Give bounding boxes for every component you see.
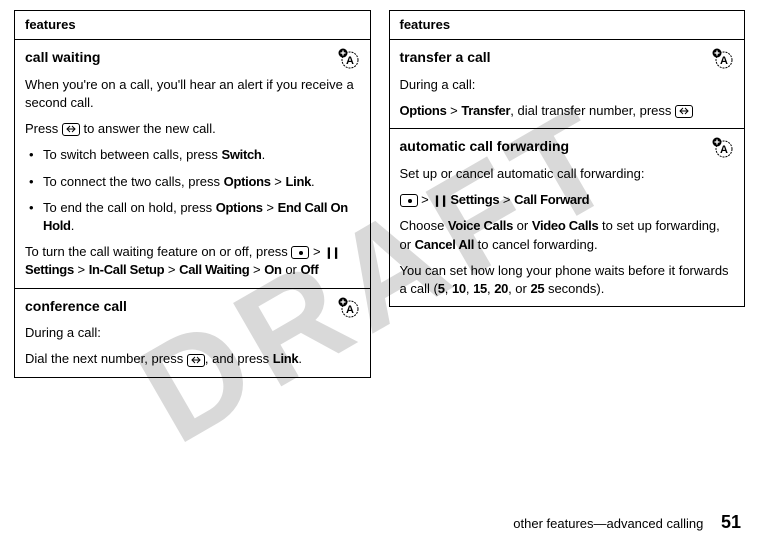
transfer-title: transfer a call — [400, 48, 735, 68]
num: 10 — [452, 281, 466, 296]
svg-text:A: A — [720, 144, 728, 156]
options-label: Options — [216, 200, 263, 215]
on-label: On — [264, 262, 281, 277]
text: > — [499, 192, 514, 207]
text: . — [298, 351, 302, 366]
feature-badge-icon: A — [712, 137, 734, 164]
cancelall-label: Cancel All — [415, 237, 474, 252]
cw-p2: Press to answer the new call. — [25, 120, 360, 138]
right-column: features A transfer a call — [389, 10, 746, 378]
acf-p1: Set up or cancel automatic call forwardi… — [400, 165, 735, 183]
svg-text:A: A — [346, 304, 354, 316]
settings-label: Settings — [25, 262, 74, 277]
text: > — [271, 174, 286, 189]
text: , — [445, 281, 452, 296]
text: Choose — [400, 218, 448, 233]
text: , or — [508, 281, 530, 296]
off-label: Off — [301, 262, 319, 277]
text: , dial transfer number, press — [510, 103, 675, 118]
settings-label: Settings — [450, 192, 499, 207]
text: To switch between calls, press — [43, 147, 221, 162]
text: or — [282, 262, 301, 277]
cell-transfer: A transfer a call During a call: Options… — [389, 40, 745, 129]
num: 20 — [494, 281, 508, 296]
center-key-icon — [400, 194, 418, 207]
link-label: Link — [273, 351, 299, 366]
tr-p1: During a call: — [400, 76, 735, 94]
conf-p1: During a call: — [25, 324, 360, 342]
table-header-right: features — [389, 11, 745, 40]
features-table-right: features A transfer a call — [389, 10, 746, 307]
options-label: Options — [400, 103, 447, 118]
acf-p2: > ❙❙ Settings > Call Forward — [400, 191, 735, 209]
cw-bullet-2: To connect the two calls, press Options … — [43, 173, 360, 191]
text: > — [263, 200, 278, 215]
text: , and press — [205, 351, 273, 366]
text: To end the call on hold, press — [43, 200, 216, 215]
call-waiting-title: call waiting — [25, 48, 360, 68]
svg-text:A: A — [346, 55, 354, 67]
feature-badge-icon: A — [338, 48, 360, 75]
text: > — [418, 192, 433, 207]
acf-p3: Choose Voice Calls or Video Calls to set… — [400, 217, 735, 253]
send-key-icon — [675, 105, 693, 118]
cw-bullet-3: To end the call on hold, press Options >… — [43, 199, 360, 235]
text: . — [71, 218, 75, 233]
text: . — [262, 147, 266, 162]
cell-call-waiting: A call waiting When you're on a call, yo… — [15, 40, 371, 288]
num: 25 — [530, 281, 544, 296]
text: > — [249, 262, 264, 277]
text: . — [311, 174, 315, 189]
callwaiting-label: Call Waiting — [179, 262, 249, 277]
link-label: Link — [286, 174, 312, 189]
feature-badge-icon: A — [712, 48, 734, 75]
text: to cancel forwarding. — [474, 237, 598, 252]
cw-bullet-1: To switch between calls, press Switch. — [43, 146, 360, 164]
transfer-label: Transfer — [461, 103, 510, 118]
text: Press — [25, 121, 62, 136]
acf-title: automatic call forwarding — [400, 137, 735, 157]
videocalls-label: Video Calls — [532, 218, 599, 233]
voicecalls-label: Voice Calls — [448, 218, 513, 233]
page-number: 51 — [721, 512, 741, 532]
num: 15 — [473, 281, 487, 296]
options-label: Options — [224, 174, 271, 189]
conf-p2: Dial the next number, press , and press … — [25, 350, 360, 368]
text: > — [74, 262, 89, 277]
center-key-icon — [291, 246, 309, 259]
settings-icon: ❙❙ — [324, 246, 338, 261]
text: To turn the call waiting feature on or o… — [25, 244, 291, 259]
features-table-left: features A call waiting — [14, 10, 371, 378]
feature-badge-icon: A — [338, 297, 360, 324]
callforward-label: Call Forward — [514, 192, 589, 207]
text: seconds). — [544, 281, 604, 296]
text: or — [513, 218, 532, 233]
num: 5 — [438, 281, 445, 296]
text: to answer the new call. — [80, 121, 216, 136]
text: , — [466, 281, 473, 296]
tr-p2: Options > Transfer, dial transfer number… — [400, 102, 735, 120]
incall-label: In-Call Setup — [89, 262, 165, 277]
svg-text:A: A — [720, 55, 728, 67]
switch-label: Switch — [221, 147, 261, 162]
table-header-left: features — [15, 11, 371, 40]
left-column: features A call waiting — [14, 10, 371, 378]
text: > — [309, 244, 324, 259]
conference-title: conference call — [25, 297, 360, 317]
text: > — [447, 103, 462, 118]
cw-p3: To turn the call waiting feature on or o… — [25, 243, 360, 280]
text: To connect the two calls, press — [43, 174, 224, 189]
send-key-icon — [62, 123, 80, 136]
send-key-icon — [187, 354, 205, 367]
acf-p4: You can set how long your phone waits be… — [400, 262, 735, 298]
settings-icon: ❙❙ — [432, 194, 446, 209]
page-footer: other features—advanced calling 51 — [513, 510, 741, 535]
cell-conference-call: A conference call During a call: Dial th… — [15, 288, 371, 377]
cell-acf: A automatic call forwarding Set up or ca… — [389, 129, 745, 307]
text: > — [164, 262, 179, 277]
text: Dial the next number, press — [25, 351, 187, 366]
cw-p1: When you're on a call, you'll hear an al… — [25, 76, 360, 112]
footer-text: other features—advanced calling — [513, 516, 703, 531]
